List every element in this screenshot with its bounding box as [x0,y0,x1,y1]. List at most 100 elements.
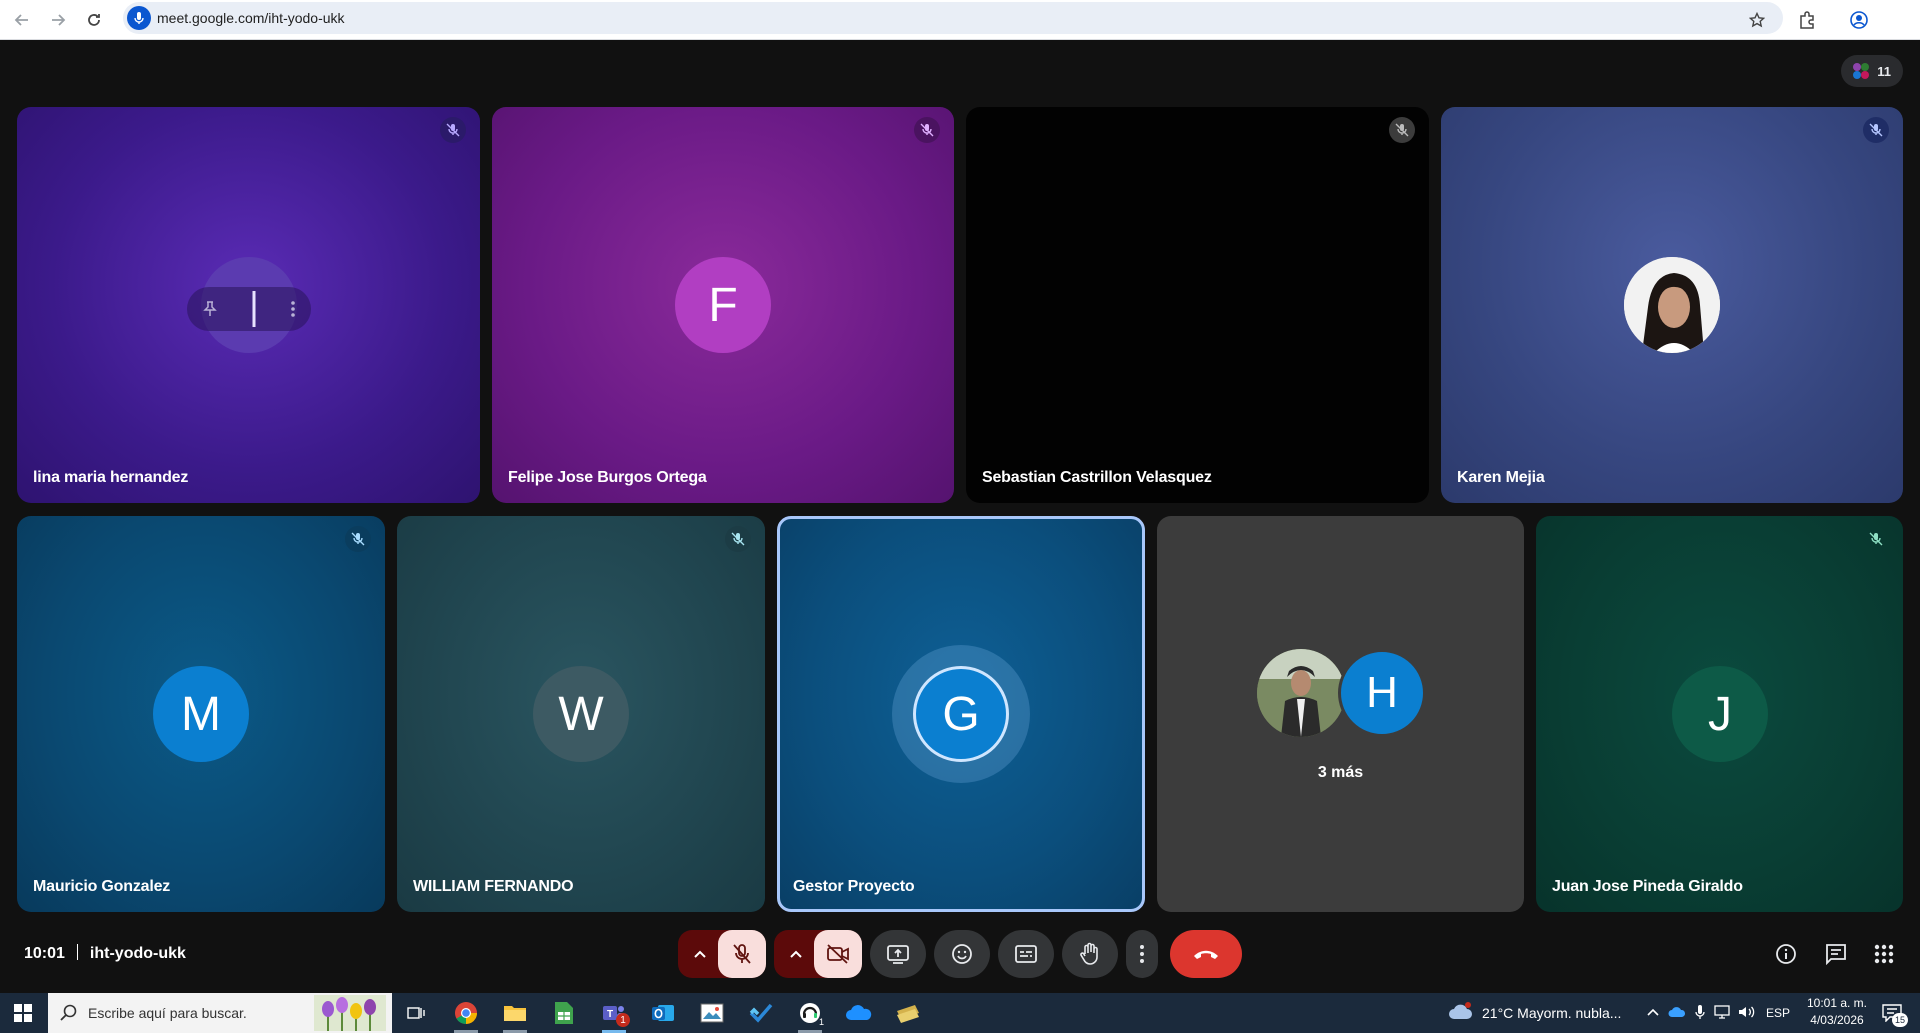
leave-call-button[interactable] [1170,930,1242,978]
sheets-taskbar-button[interactable] [544,997,584,1029]
muted-mic-icon [914,117,940,143]
back-button[interactable] [8,6,36,34]
chat-icon [1826,944,1846,965]
participant-name: WILLIAM FERNANDO [413,878,574,895]
hang-up-icon [1194,950,1218,959]
outlook-taskbar-button[interactable] [643,997,683,1029]
avatar: M [153,666,249,762]
avatar: H [1338,649,1426,737]
checkmark-icon [749,1003,773,1023]
forward-arrow-icon [52,14,66,26]
forward-button[interactable] [44,6,72,34]
info-icon [1776,944,1796,964]
notification-count: 15 [1892,1013,1908,1027]
clock-date: 4/03/2026 [1810,1013,1864,1027]
others-tile[interactable]: H 3 más [1157,516,1524,912]
money-icon [897,1005,919,1023]
chrome-icon [455,1002,477,1024]
camera-toggle-button[interactable] [814,930,862,978]
avatar: F [675,257,771,353]
support-app-taskbar-button[interactable]: 1 [790,997,830,1033]
taskbar-clock[interactable]: 10:01 a. m. 4/03/2026 [1802,996,1872,1027]
task-view-button[interactable] [396,997,436,1029]
reload-button[interactable] [80,6,108,34]
avatar: W [533,666,629,762]
image-viewer-icon [700,1003,724,1023]
avatar: G [913,666,1009,762]
teams-taskbar-button[interactable]: T 1 [594,997,634,1033]
mic-off-icon [733,944,751,964]
taskbar-search[interactable]: Escribe aquí para buscar. [48,993,392,1033]
tile-hover-controls [187,287,311,331]
meeting-time: 10:01 [24,945,65,962]
file-explorer-button[interactable] [495,997,535,1033]
pin-icon[interactable] [203,301,217,317]
activities-button[interactable] [1866,936,1902,972]
participant-name: Sebastian Castrillon Velasquez [982,469,1212,486]
chat-button[interactable] [1818,936,1854,972]
chrome-taskbar-button[interactable] [446,997,486,1033]
video-options-button[interactable] [784,942,808,966]
outlook-icon [652,1005,674,1021]
muted-mic-icon [440,117,466,143]
participants-chip[interactable]: 11 [1841,55,1903,87]
microphone-toggle-button[interactable] [718,930,766,978]
participant-tile[interactable]: Karen Mejia [1441,107,1903,503]
onedrive-tray-icon[interactable] [1668,1006,1686,1018]
present-screen-button[interactable] [870,930,926,978]
photos-taskbar-button[interactable] [692,997,732,1029]
start-button[interactable] [0,993,46,1033]
teams-notification-badge: 1 [616,1013,630,1027]
microphone-tray-icon[interactable] [1694,1004,1706,1020]
profile-photo [1624,257,1720,353]
more-options-icon[interactable] [291,301,295,317]
meeting-details-button[interactable] [1768,936,1804,972]
input-language[interactable]: ESP [1766,1006,1790,1020]
address-bar[interactable]: meet.google.com/iht-yodo-ukk [123,2,1783,34]
cash-app-taskbar-button[interactable] [888,997,928,1029]
participant-tile[interactable]: W WILLIAM FERNANDO [397,516,765,912]
todo-taskbar-button[interactable] [741,997,781,1029]
more-options-button[interactable] [1126,930,1158,978]
hand-icon [1080,942,1098,965]
emoji-icon [952,944,972,964]
captions-button[interactable] [998,930,1054,978]
task-view-icon [407,1007,425,1019]
bookmark-star-icon[interactable] [1743,6,1771,34]
profile-icon[interactable] [1845,6,1873,34]
participant-name: Gestor Proyecto [793,878,915,895]
search-placeholder: Escribe aquí para buscar. [88,1005,247,1021]
participant-tile[interactable]: Sebastian Castrillon Velasquez [966,107,1429,503]
more-vert-icon [1140,945,1144,963]
browser-toolbar: meet.google.com/iht-yodo-ukk [0,0,1920,40]
participants-count: 11 [1877,63,1891,79]
participant-tile[interactable]: M Mauricio Gonzalez [17,516,385,912]
audio-options-button[interactable] [688,942,712,966]
extensions-icon[interactable] [1793,6,1821,34]
back-arrow-icon [14,14,28,26]
notifications-button[interactable]: 15 [1872,997,1912,1029]
weather-text: 21°C Mayorm. nubla... [1482,1005,1622,1021]
active-speaker-tile[interactable]: G Gestor Proyecto [777,516,1145,912]
mic-site-icon[interactable] [127,6,151,30]
text-cursor-icon [252,291,256,327]
participant-tile[interactable]: F Felipe Jose Burgos Ortega [492,107,954,503]
volume-icon[interactable] [1738,1005,1756,1019]
clock-time: 10:01 a. m. [1806,996,1868,1010]
search-highlight-flowers-icon [314,995,386,1031]
chevron-up-icon [790,950,802,958]
spreadsheet-icon [555,1002,573,1024]
apps-grid-icon [1874,944,1894,964]
participant-tile[interactable]: J Juan Jose Pineda Giraldo [1536,516,1903,912]
captions-icon [1015,945,1037,963]
chevron-up-icon[interactable] [1646,1005,1660,1019]
network-icon[interactable] [1714,1005,1732,1019]
call-controls-bar: 10:01 iht-yodo-ukk [0,922,1920,993]
raise-hand-button[interactable] [1062,930,1118,978]
reactions-button[interactable] [934,930,990,978]
chevron-up-icon [694,950,706,958]
participant-tile[interactable]: lina maria hernandez [17,107,480,503]
participant-name: Mauricio Gonzalez [33,878,171,895]
profile-photo [1257,649,1345,737]
onedrive-taskbar-button[interactable] [839,997,879,1029]
